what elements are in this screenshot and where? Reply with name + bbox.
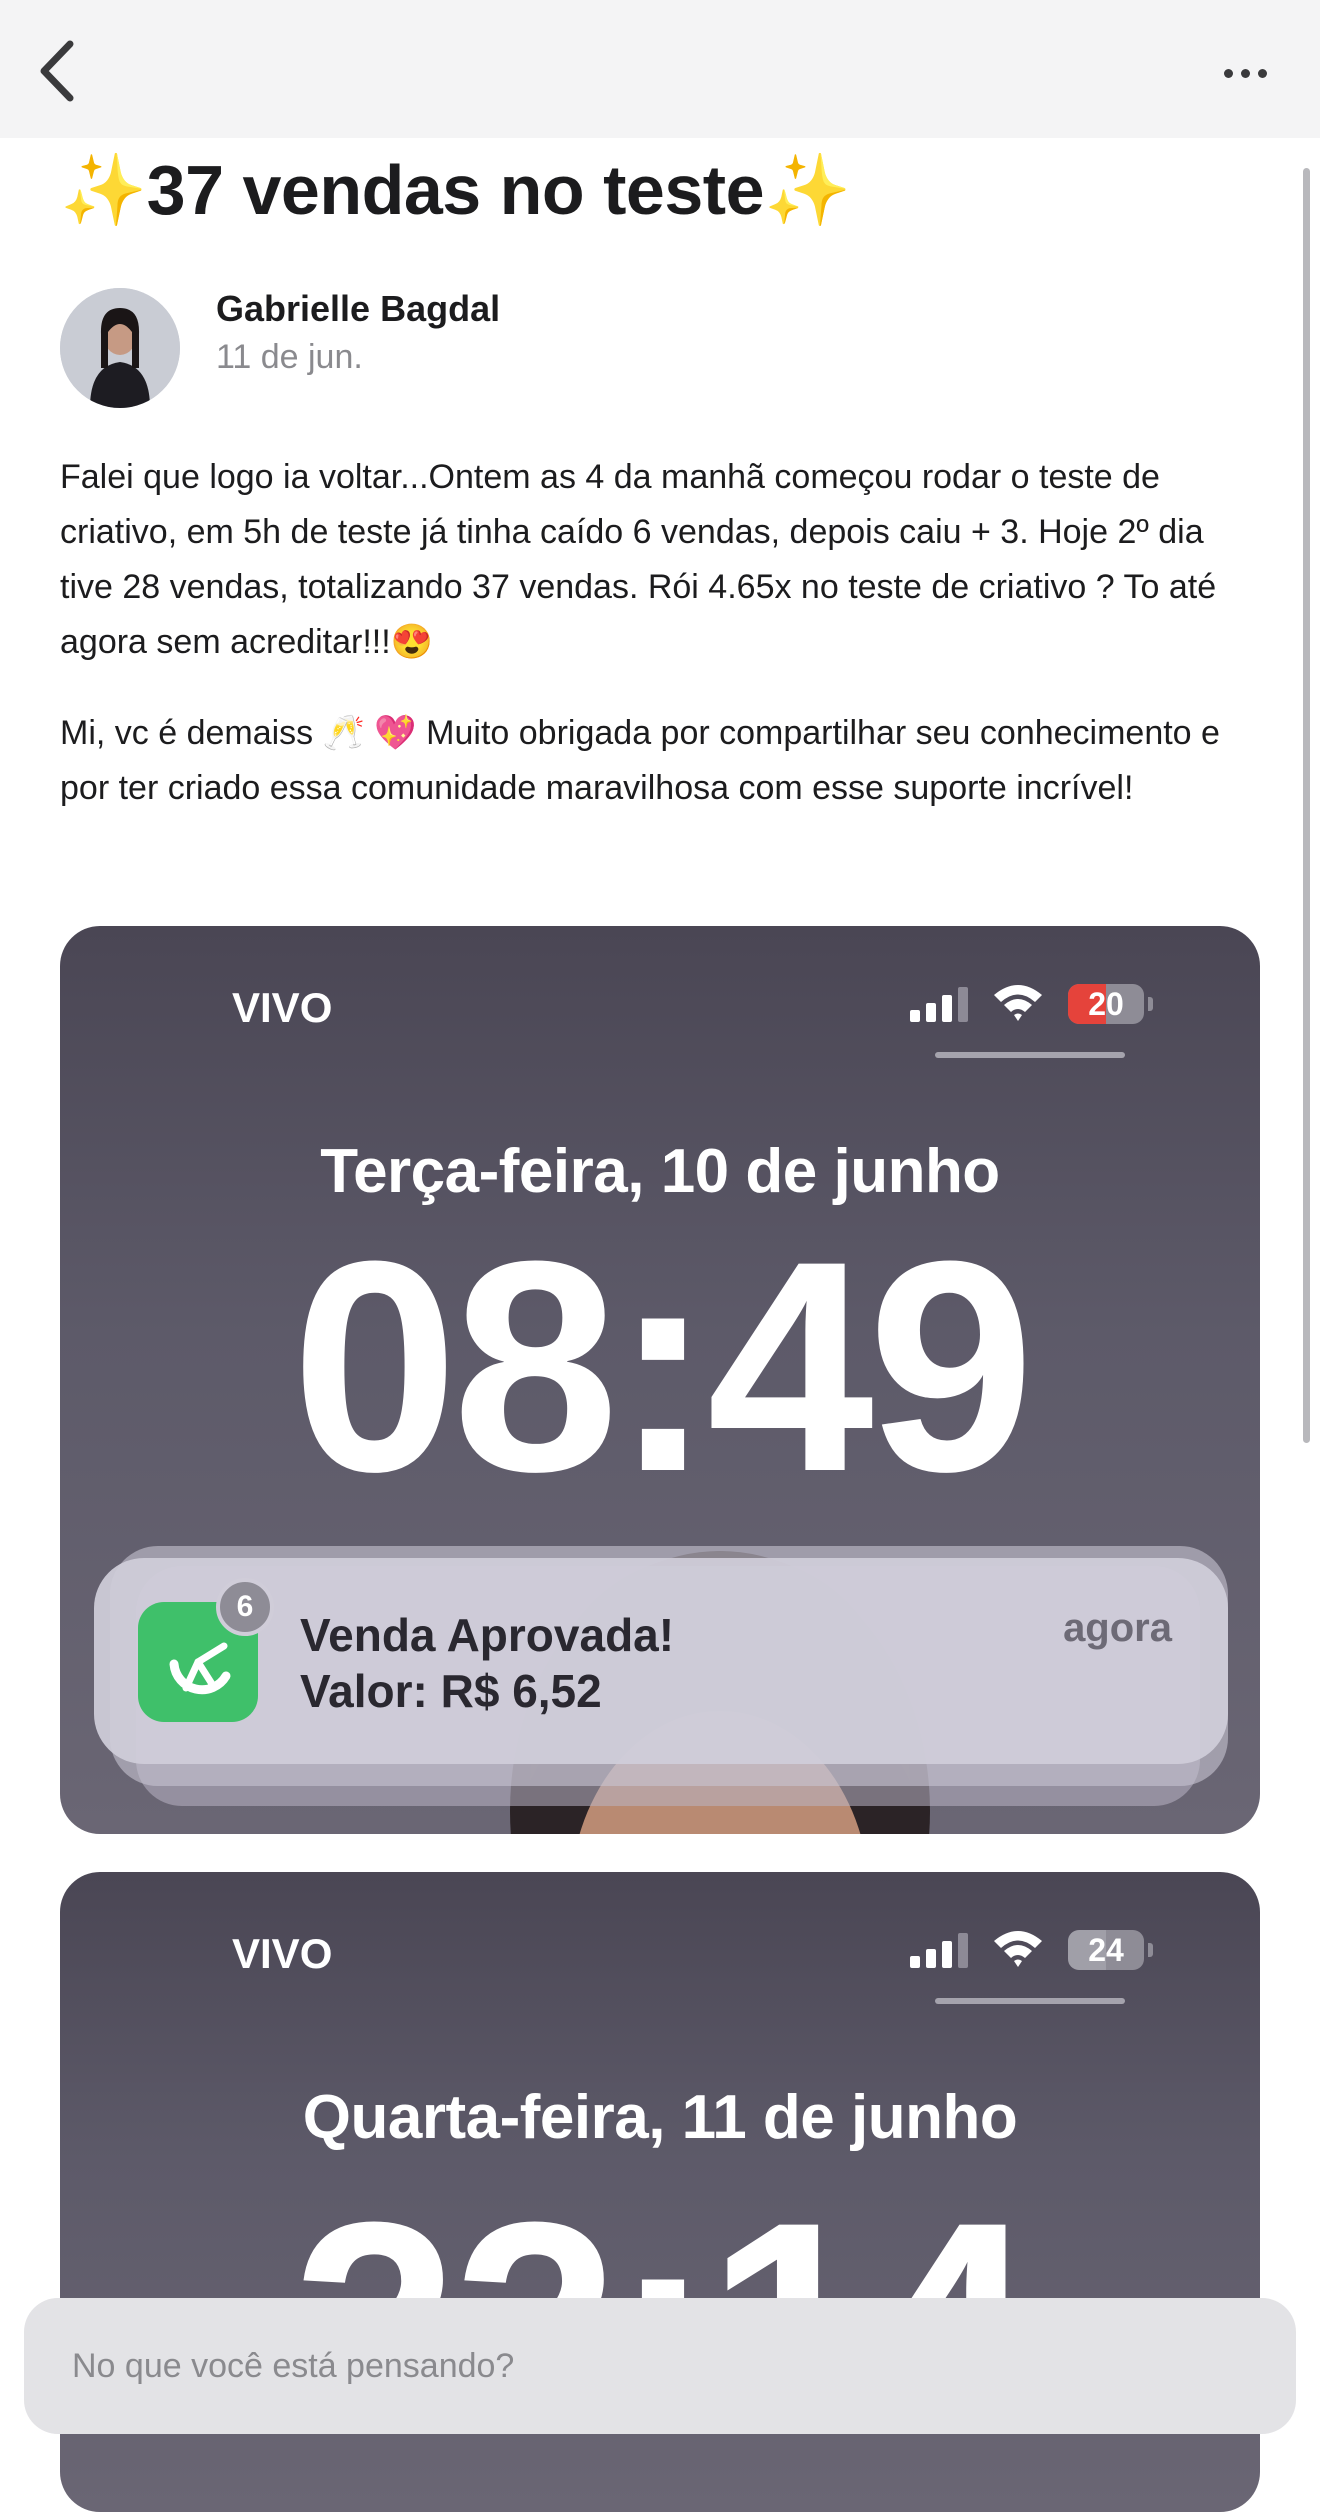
signal-icon (910, 987, 968, 1022)
post-date: 11 de jun. (216, 338, 363, 376)
lockscreen-date: Terça-feira, 10 de junho (320, 1137, 1000, 1206)
author-name[interactable]: Gabrielle Bagdal (216, 288, 500, 330)
post-paragraph-1: Falei que logo ia voltar...Ontem as 4 da… (60, 458, 1217, 661)
notification-count-badge: 6 (216, 1578, 274, 1636)
comment-input[interactable] (48, 2298, 1272, 2434)
lockscreen-date: Quarta-feira, 11 de junho (302, 2083, 1018, 2152)
notification-time: agora (1063, 1606, 1172, 1650)
post-image-1[interactable]: VIVO 20 Terça-feira, 10 de junho 08:49 6… (60, 926, 1260, 1834)
wifi-icon (994, 1931, 1042, 1967)
scrollbar[interactable] (1303, 168, 1310, 1443)
post-title: ✨37 vendas no teste✨ (60, 151, 851, 229)
wifi-icon (994, 985, 1042, 1021)
carrier-label: VIVO (232, 1930, 333, 1977)
post-paragraph-2: Mi, vc é demaiss 🥂 💖 Muito obrigada por … (60, 714, 1220, 807)
back-button[interactable] (30, 36, 90, 106)
battery-indicator: 24 (1068, 1930, 1153, 1970)
comment-composer[interactable] (24, 2298, 1296, 2434)
lockscreen-time: 08:49 (291, 1198, 1034, 1534)
sale-notification[interactable]: 6 Venda Aprovada! Valor: R$ 6,52 agora (94, 1558, 1228, 1764)
top-navigation-bar (0, 0, 1320, 138)
chevron-left-icon (40, 40, 74, 102)
status-underline (935, 1998, 1125, 2004)
signal-icon (910, 1933, 968, 1968)
battery-indicator: 20 (1068, 984, 1153, 1024)
status-underline (935, 1052, 1125, 1058)
more-options-button[interactable] (1200, 48, 1290, 98)
carrier-label: VIVO (232, 984, 333, 1031)
author-avatar[interactable] (60, 288, 180, 408)
ellipsis-icon (1223, 68, 1233, 78)
notification-body: Valor: R$ 6,52 (300, 1665, 602, 1717)
notification-title: Venda Aprovada! (300, 1609, 675, 1661)
